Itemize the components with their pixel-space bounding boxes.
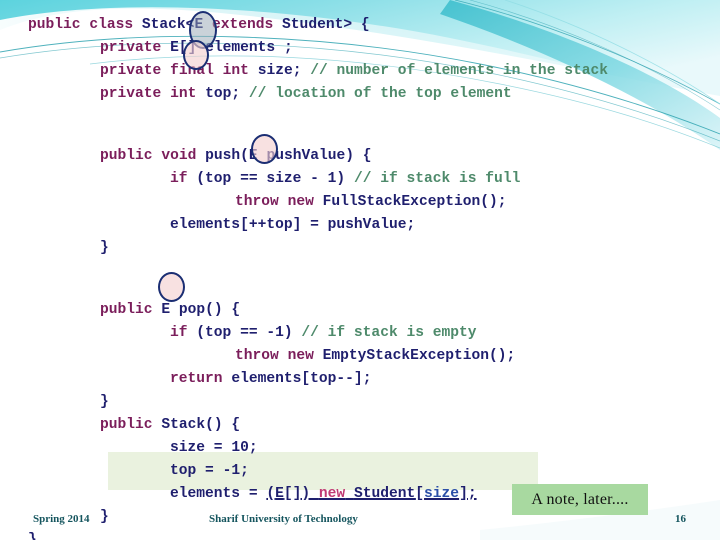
note-callout-box[interactable]: A note, later....	[512, 484, 648, 515]
code-line-push-if: if (top == size - 1) // if stack is full	[170, 171, 521, 187]
token-keyword-new-2: new	[287, 348, 314, 364]
token-type-student-alloc: Student	[353, 486, 416, 502]
token-keyword-new-1: new	[287, 194, 314, 210]
token-keyword-int-2: int	[170, 86, 197, 102]
token-field-size-1: size	[257, 63, 293, 79]
circle-annotation-pop-return-type	[158, 272, 185, 302]
token-keyword-class: class	[89, 17, 134, 33]
token-keyword-private-2: private	[100, 63, 162, 79]
token-field-top-3: top	[266, 217, 293, 233]
code-blank-line-2	[0, 260, 720, 283]
token-keyword-public-3: public	[100, 302, 153, 318]
code-block: public class Stack<E extends Student> { …	[0, 14, 720, 540]
token-field-elements-4: elements	[170, 486, 241, 502]
code-line-pop-signature: public E pop() {	[100, 302, 241, 318]
token-type-stack-ctor: Stack	[161, 417, 206, 433]
token-field-elements-3: elements	[231, 371, 302, 387]
token-exception-empty: EmptyStackException	[322, 348, 490, 364]
note-callout-label: A note, later....	[531, 490, 629, 508]
token-keyword-private-1: private	[100, 40, 162, 56]
token-keyword-int-1: int	[222, 63, 249, 79]
code-line-pop-throw: throw new EmptyStackException();	[235, 348, 516, 364]
token-keyword-public-2: public	[100, 148, 153, 164]
token-keyword-if-2: if	[170, 325, 188, 341]
token-keyword-if-1: if	[170, 171, 188, 187]
token-keyword-public-4: public	[100, 417, 153, 433]
token-method-pop: pop	[178, 302, 206, 318]
code-line-pop-if: if (top == -1) // if stack is empty	[170, 325, 477, 341]
token-field-top-5: top	[310, 371, 337, 387]
token-field-top-1: top	[205, 86, 232, 102]
token-keyword-new-3: new	[318, 486, 346, 502]
token-comment-size: // number of elements in the stack	[310, 63, 608, 79]
code-line-ctor-size: size = 10;	[170, 440, 258, 456]
token-field-size-2: size	[266, 171, 302, 187]
token-field-top-2: top	[205, 171, 232, 187]
token-comment-full: // if stack is full	[353, 171, 521, 187]
token-param-pushvalue-1: pushValue	[266, 148, 346, 164]
token-field-top-4: top	[205, 325, 232, 341]
token-literal-neg1-2: -1	[222, 463, 241, 479]
token-type-e-array: E	[170, 40, 179, 56]
code-blank-line-2b	[0, 283, 720, 299]
token-type-student-bound: Student	[282, 17, 344, 33]
token-field-size-3: size	[170, 440, 206, 456]
code-line-push-assign: elements[++top] = pushValue;	[170, 217, 416, 233]
code-line-ctor-top: top = -1;	[170, 463, 249, 479]
token-field-top-6: top	[170, 463, 197, 479]
code-line-elements-field: private E[] elements ;	[100, 40, 293, 56]
token-literal-1: 1	[327, 171, 337, 187]
code-line-pop-return: return elements[top--];	[170, 371, 372, 387]
footer-organization: Sharif University of Technology	[209, 513, 358, 525]
token-keyword-private-3: private	[100, 86, 162, 102]
token-exception-full: FullStackException	[322, 194, 481, 210]
token-field-elements-2: elements	[170, 217, 241, 233]
token-keyword-void: void	[161, 148, 197, 164]
token-keyword-extends: extends	[211, 17, 274, 33]
token-comment-empty: // if stack is empty	[301, 325, 477, 341]
token-method-push: push	[205, 148, 241, 164]
code-line-class-decl: public class Stack<E extends Student> {	[28, 17, 370, 33]
code-line-top-field: private int top; // location of the top …	[100, 86, 512, 102]
code-blank-line-1b	[0, 129, 720, 145]
token-type-e-cast: E	[275, 486, 284, 502]
circle-annotation-push-param-type	[251, 134, 278, 164]
footer-date: Spring 2014	[33, 513, 90, 525]
token-keyword-throw-2: throw	[235, 348, 279, 364]
token-literal-10: 10	[231, 440, 249, 456]
footer-page-number: 16	[675, 513, 686, 525]
circle-annotation-array-type	[183, 40, 209, 70]
token-type-stack: Stack	[141, 17, 186, 33]
token-comment-top: // location of the top element	[248, 86, 512, 102]
token-field-size-4: size	[424, 486, 460, 502]
slide-canvas: public class Stack<E extends Student> { …	[0, 0, 720, 540]
token-keyword-return: return	[170, 371, 223, 387]
code-line-class-close: }	[28, 532, 37, 540]
token-keyword-public: public	[28, 17, 81, 33]
code-line-push-signature: public void push(E pushValue) {	[100, 148, 372, 164]
token-literal-neg1-1: -1	[266, 325, 284, 341]
code-blank-line-1	[0, 106, 720, 129]
token-field-elements-1: elements	[205, 40, 276, 56]
code-line-pop-close: }	[100, 394, 109, 410]
code-line-ctor-signature: public Stack() {	[100, 417, 241, 433]
code-line-push-throw: throw new FullStackException();	[235, 194, 507, 210]
token-keyword-throw-1: throw	[235, 194, 279, 210]
code-line-size-field: private final int size; // number of ele…	[100, 63, 608, 79]
token-type-e-pop-return: E	[161, 302, 171, 318]
code-line-push-close: }	[100, 240, 109, 256]
token-param-pushvalue-2: pushValue	[327, 217, 407, 233]
